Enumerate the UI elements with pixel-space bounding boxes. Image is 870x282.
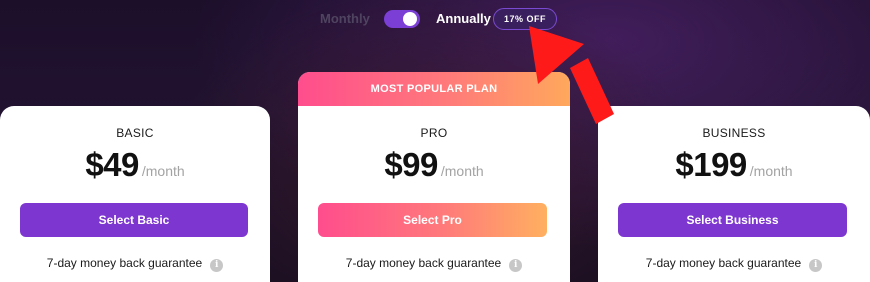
discount-badge: 17% OFF xyxy=(493,8,558,30)
guarantee-row: 7-day money back guarantee i xyxy=(598,256,870,272)
price-row: $49/month xyxy=(0,146,270,184)
plan-price: $49 xyxy=(85,146,139,183)
switch-knob xyxy=(403,12,417,26)
guarantee-text: 7-day money back guarantee xyxy=(345,256,502,270)
plan-name: PRO xyxy=(420,126,448,140)
guarantee-row: 7-day money back guarantee i xyxy=(298,256,570,272)
plan-card-basic: BASIC $49/month Select Basic 7-day money… xyxy=(0,106,270,282)
monthly-label[interactable]: Monthly xyxy=(320,11,370,26)
plan-name: BASIC xyxy=(116,126,154,140)
select-basic-button[interactable]: Select Basic xyxy=(20,203,248,237)
select-pro-button[interactable]: Select Pro xyxy=(318,203,547,237)
billing-toggle-row: Monthly Annually 17% OFF xyxy=(0,8,870,30)
plan-price: $99 xyxy=(384,146,438,183)
plan-card-pro: MOST POPULAR PLAN PRO $99/month Select P… xyxy=(298,72,570,282)
price-period: /month xyxy=(440,163,484,179)
info-icon[interactable]: i xyxy=(210,259,224,272)
info-icon[interactable]: i xyxy=(809,259,823,272)
plan-card-business: BUSINESS $199/month Select Business 7-da… xyxy=(598,106,870,282)
price-period: /month xyxy=(749,163,793,179)
price-row: $99/month xyxy=(298,146,570,184)
plan-name: BUSINESS xyxy=(702,126,766,140)
most-popular-banner: MOST POPULAR PLAN xyxy=(298,72,570,106)
annually-label[interactable]: Annually xyxy=(436,11,491,26)
plan-price: $199 xyxy=(675,146,747,183)
price-period: /month xyxy=(141,163,185,179)
billing-period-switch[interactable] xyxy=(384,10,420,28)
info-icon[interactable]: i xyxy=(509,259,523,272)
guarantee-row: 7-day money back guarantee i xyxy=(0,256,270,272)
guarantee-text: 7-day money back guarantee xyxy=(645,256,802,270)
select-business-button[interactable]: Select Business xyxy=(618,203,847,237)
guarantee-text: 7-day money back guarantee xyxy=(46,256,203,270)
price-row: $199/month xyxy=(598,146,870,184)
